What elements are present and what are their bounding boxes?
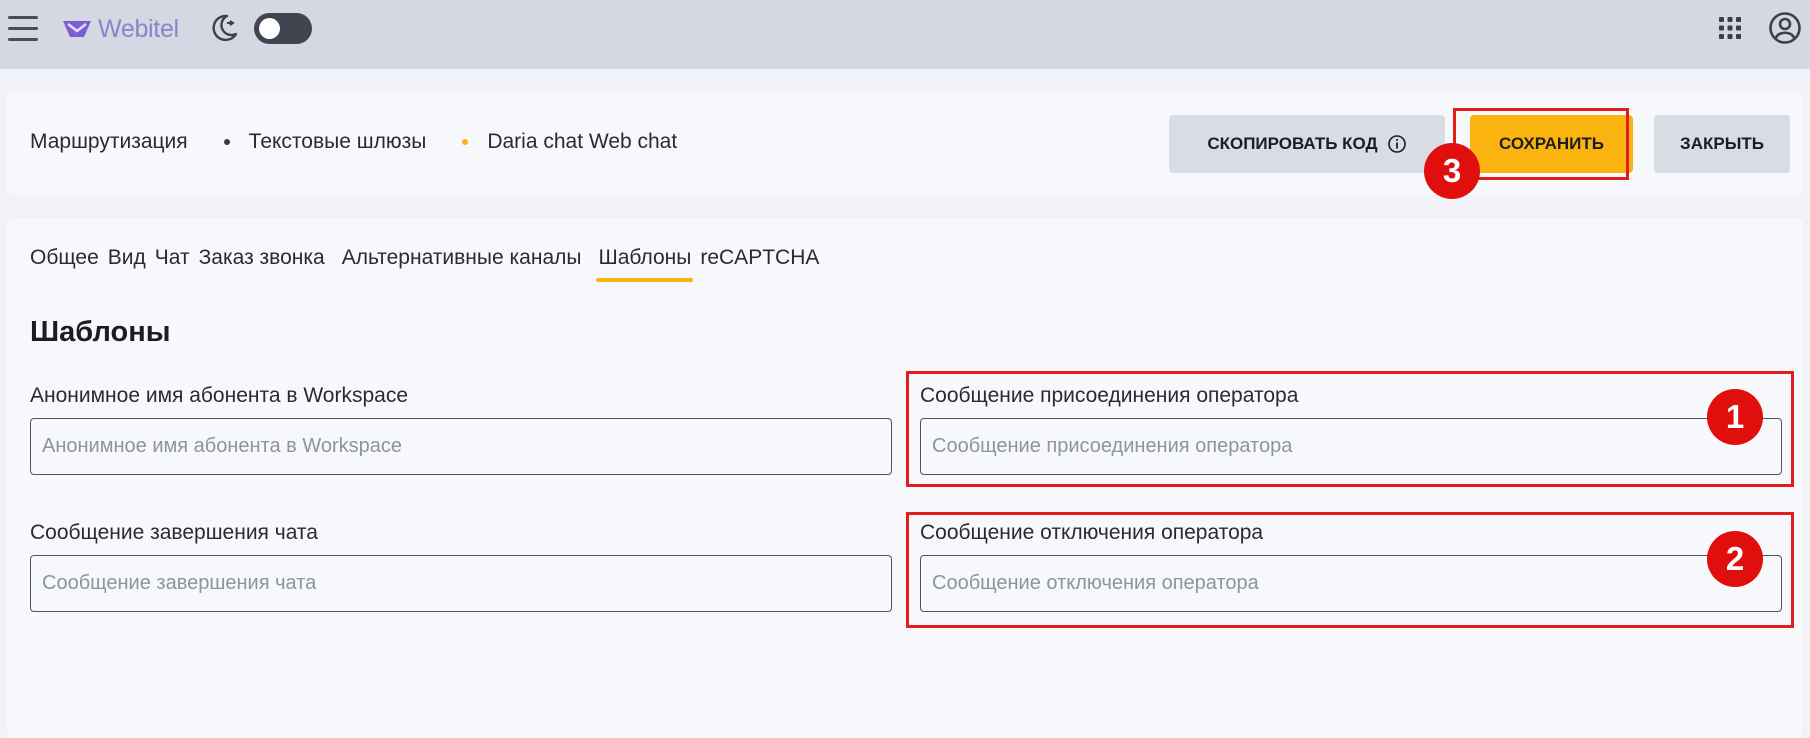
chat-end-label: Сообщение завершения чата xyxy=(30,521,318,544)
annotation-badge-3: 3 xyxy=(1424,143,1480,199)
templates-form-card: Общее Вид Чат Заказ звонка Альтернативны… xyxy=(7,218,1803,738)
breadcrumb-item-current: Daria chat Web chat xyxy=(487,130,678,153)
tab-templates[interactable]: Шаблоны xyxy=(596,246,694,282)
tab-recaptcha[interactable]: reCAPTCHA xyxy=(700,246,819,282)
tab-alternative-channels[interactable]: Альтернативные каналы xyxy=(342,246,582,282)
anonymous-name-input[interactable] xyxy=(30,418,892,475)
copy-code-button[interactable]: СКОПИРОВАТЬ КОД xyxy=(1169,115,1445,173)
webitel-logo[interactable]: Webitel xyxy=(62,12,179,46)
operator-join-input[interactable] xyxy=(920,418,1782,475)
breadcrumb-item-text-gateways[interactable]: Текстовые шлюзы xyxy=(249,130,427,154)
hamburger-menu-icon[interactable] xyxy=(8,14,40,42)
anonymous-name-field: Анонимное имя абонента в Workspace xyxy=(30,384,892,475)
chat-end-input[interactable] xyxy=(30,555,892,612)
copy-code-label: СКОПИРОВАТЬ КОД xyxy=(1207,134,1378,153)
page-header: Маршрутизация Текстовые шлюзы Daria chat… xyxy=(7,92,1803,195)
operator-join-field: Сообщение присоединения оператора xyxy=(920,384,1782,475)
moon-icon[interactable] xyxy=(208,12,240,44)
operator-join-label: Сообщение присоединения оператора xyxy=(920,384,1299,407)
annotation-badge-2: 2 xyxy=(1707,531,1763,587)
top-app-bar: Webitel xyxy=(0,0,1810,69)
breadcrumb: Маршрутизация Текстовые шлюзы Daria chat… xyxy=(30,130,677,154)
breadcrumb-separator xyxy=(223,139,230,145)
breadcrumb-separator-active xyxy=(462,139,469,145)
chat-end-field: Сообщение завершения чата xyxy=(30,521,892,612)
tab-general[interactable]: Общее xyxy=(30,246,99,282)
save-button[interactable]: СОХРАНИТЬ xyxy=(1470,115,1633,173)
anonymous-name-label: Анонимное имя абонента в Workspace xyxy=(30,384,409,407)
info-icon xyxy=(1387,135,1406,153)
breadcrumb-item-routing[interactable]: Маршрутизация xyxy=(30,130,188,154)
operator-leave-label: Сообщение отключения оператора xyxy=(920,521,1264,544)
dark-mode-toggle[interactable] xyxy=(254,13,312,44)
apps-grid-icon[interactable] xyxy=(1716,14,1744,42)
webitel-logo-icon xyxy=(63,21,91,37)
annotation-badge-1: 1 xyxy=(1707,389,1763,445)
tab-callback[interactable]: Заказ звонка xyxy=(199,246,325,282)
close-button[interactable]: ЗАКРЫТЬ xyxy=(1654,115,1790,173)
toggle-knob xyxy=(259,18,280,39)
logo-text: Webitel xyxy=(98,14,179,43)
tab-view[interactable]: Вид xyxy=(108,246,146,282)
operator-leave-input[interactable] xyxy=(920,555,1782,612)
operator-leave-field: Сообщение отключения оператора xyxy=(920,521,1782,612)
account-circle-icon[interactable] xyxy=(1768,11,1802,45)
section-title: Шаблоны xyxy=(30,316,171,348)
tab-chat[interactable]: Чат xyxy=(155,246,190,282)
tab-bar: Общее Вид Чат Заказ звонка Альтернативны… xyxy=(30,246,828,282)
